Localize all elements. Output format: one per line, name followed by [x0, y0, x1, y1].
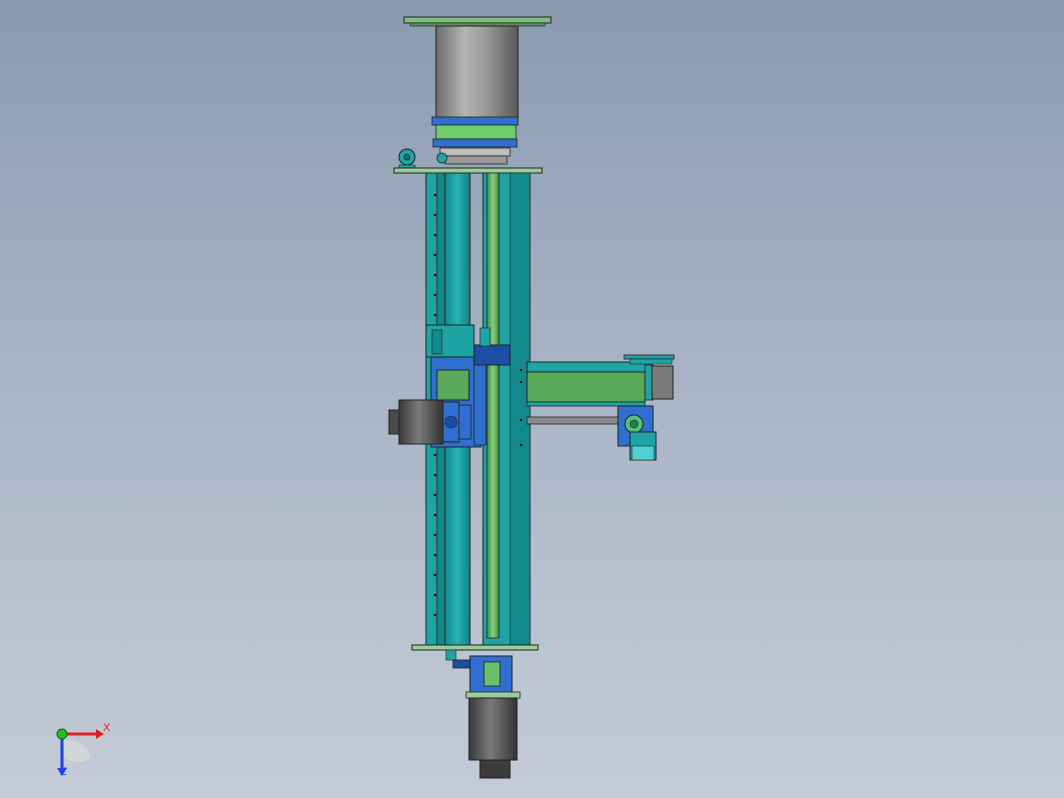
cad-model[interactable]	[0, 0, 1064, 798]
right-rail-column[interactable]	[482, 172, 531, 646]
top-platform[interactable]	[403, 16, 552, 27]
graphics-viewport[interactable]: X Z	[0, 0, 1064, 798]
bottom-coupling[interactable]	[445, 649, 521, 699]
coordinate-triad: X Z	[40, 718, 130, 788]
x-axis-label: X	[103, 722, 111, 734]
triad-axes	[56, 728, 104, 776]
end-effector[interactable]	[617, 405, 657, 461]
y-axis-dot	[56, 728, 68, 740]
z-axis-label: Z	[60, 766, 67, 778]
servo-motor-left[interactable]	[388, 399, 472, 445]
servo-motor-bottom[interactable]	[468, 697, 518, 779]
bottom-mount-plate[interactable]	[411, 644, 539, 651]
cylinder-housing[interactable]	[431, 25, 519, 165]
upper-mount-plate[interactable]	[393, 167, 543, 174]
